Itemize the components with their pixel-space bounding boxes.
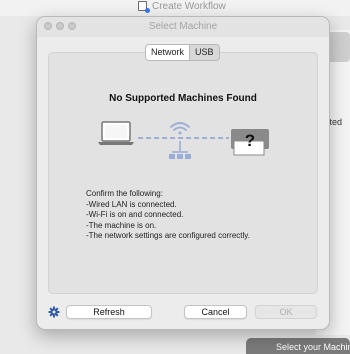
tab-network[interactable]: Network xyxy=(146,45,191,60)
gear-icon[interactable] xyxy=(48,306,60,318)
create-workflow-label: Create Workflow xyxy=(152,0,226,12)
wired-network-icon xyxy=(169,141,191,159)
unknown-machine-icon: ? xyxy=(231,129,269,156)
troubleshooting-instructions: Confirm the following: -Wired LAN is con… xyxy=(86,189,250,242)
wifi-icon xyxy=(170,122,190,135)
dialog-title: Select Machine xyxy=(148,21,218,32)
create-workflow-icon xyxy=(138,1,150,13)
unknown-symbol: ? xyxy=(245,131,255,150)
instruction-line: Confirm the following: xyxy=(86,189,163,198)
results-panel: No Supported Machines Found ? Confirm th… xyxy=(48,52,318,294)
no-machines-heading: No Supported Machines Found xyxy=(109,93,257,104)
cancel-button[interactable]: Cancel xyxy=(184,305,247,319)
refresh-button[interactable]: Refresh xyxy=(66,305,152,319)
laptop-icon xyxy=(98,121,134,145)
instruction-line: -Wired LAN is connected. xyxy=(86,199,177,209)
select-machine-dialog: Select Machine Network USB No Supported … xyxy=(36,16,330,330)
network-illustration: ? xyxy=(98,121,269,159)
instruction-line: -Wi-Fi is on and connected. xyxy=(86,210,184,219)
ok-button[interactable]: OK xyxy=(255,305,317,319)
select-machine-background-button[interactable]: Select your Machine xyxy=(246,338,350,354)
create-workflow-button[interactable]: Create Workflow xyxy=(138,0,226,13)
tab-usb[interactable]: USB xyxy=(190,45,219,60)
instruction-line: -The network settings are configured cor… xyxy=(86,231,250,240)
instruction-line: -The machine is on. xyxy=(86,220,157,230)
connection-tabs: Network USB xyxy=(145,44,220,61)
dialog-titlebar: Select Machine xyxy=(37,17,329,37)
